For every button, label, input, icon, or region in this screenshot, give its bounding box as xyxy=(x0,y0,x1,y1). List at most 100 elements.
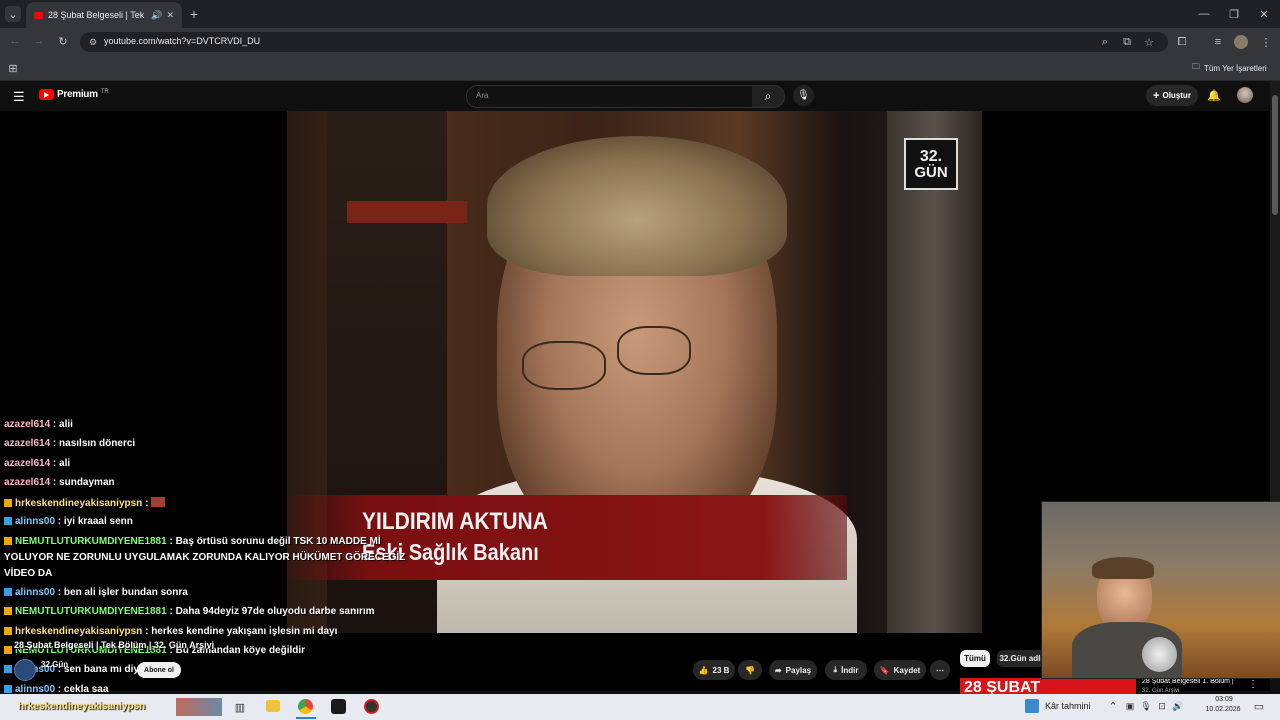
minimize-icon[interactable]: — xyxy=(1196,6,1212,22)
chat-username: azazel614 xyxy=(4,419,51,430)
share-button[interactable]: ➦ Paylaş xyxy=(769,660,817,680)
chat-badge-icon xyxy=(4,607,12,615)
close-tab-icon[interactable]: ✕ xyxy=(166,10,174,21)
chat-message: NEMUTLUTURKUMDIYENE1881 : Baş örtüsü sor… xyxy=(4,536,381,547)
close-window-icon[interactable]: ✕ xyxy=(1256,6,1272,22)
folder-icon: 🗀 xyxy=(1192,62,1200,71)
chat-message: alinns00 : iyi kraaal senn xyxy=(4,516,133,527)
file-explorer-icon[interactable] xyxy=(266,700,280,712)
url-text[interactable]: youtube.com/watch?v=DVTCRVDI_DU xyxy=(104,36,260,46)
youtube-logo[interactable]: Premium TR xyxy=(39,89,109,100)
task-view-icon[interactable]: ▥ xyxy=(232,699,248,715)
account-avatar[interactable] xyxy=(1237,87,1253,103)
watermark-line1: 32. xyxy=(919,147,943,165)
obs-taskbar-icon[interactable] xyxy=(364,699,379,714)
download-icon: ⤓ xyxy=(833,665,838,674)
apps-grid-icon[interactable]: ⊞ xyxy=(6,61,20,75)
windows-taskbar: hrkeskendineyakisaniypsn ▥ Kâr tahmini ⌃… xyxy=(0,694,1280,720)
notifications-bell-icon[interactable]: 🔔 xyxy=(1207,88,1221,102)
cast-icon[interactable]: ⧉ xyxy=(1120,35,1134,49)
dislike-button[interactable]: 👎 xyxy=(738,660,762,680)
thumbs-down-icon: 👎 xyxy=(745,665,755,675)
back-icon[interactable]: ← xyxy=(8,34,22,48)
channel-watermark: 32. GÜN xyxy=(904,138,958,190)
channel-name[interactable]: 32.Gün xyxy=(41,660,68,669)
tab-search-menu-icon[interactable]: ≡ xyxy=(1210,34,1226,50)
site-info-icon[interactable]: ⚙ xyxy=(86,35,100,49)
voice-search-button[interactable]: 🎙 xyxy=(793,85,814,106)
chat-message: azazel614 : alii xyxy=(4,419,73,430)
chrome-taskbar-icon[interactable] xyxy=(298,699,313,714)
download-button[interactable]: ⤓ İndir xyxy=(825,660,867,680)
webcam-person-hair xyxy=(1092,557,1154,579)
reload-icon[interactable]: ↻ xyxy=(56,34,70,48)
chat-username: NEMUTLUTURKUMDIYENE1881 xyxy=(15,536,167,547)
subscribe-button[interactable]: Abone ol xyxy=(137,662,181,678)
search-button[interactable]: ⌕ xyxy=(752,85,785,108)
all-bookmarks-button[interactable]: 🗀 Tüm Yer İşaretleri xyxy=(1192,61,1267,75)
clock-time[interactable]: 03:09 xyxy=(1204,696,1244,703)
tray-overflow-icon[interactable]: ⌃ xyxy=(1106,699,1120,713)
create-button[interactable]: + Oluştur xyxy=(1146,85,1198,106)
weather-label[interactable]: Kâr tahmini xyxy=(1045,701,1091,711)
chat-username: azazel614 xyxy=(4,458,51,469)
chip-channel[interactable]: 32.Gün adlı xyxy=(997,650,1045,667)
chat-badge-icon xyxy=(4,627,12,635)
new-tab-icon[interactable]: + xyxy=(186,6,202,22)
chat-username: alinns00 xyxy=(15,516,56,527)
chip-all[interactable]: Tümü xyxy=(960,650,990,667)
audio-playing-icon[interactable]: 🔊 xyxy=(151,10,162,21)
chat-message: hrkeskendineyakisaniypsn : xyxy=(4,497,166,509)
clock-date[interactable]: 10.02.2026 xyxy=(1200,706,1246,713)
weather-icon xyxy=(1025,699,1039,713)
chat-text: nasılsın dönerci xyxy=(59,438,136,449)
address-bar[interactable]: ⚙ youtube.com/watch?v=DVTCRVDI_DU ⌕ ⧉ ☆ xyxy=(80,32,1168,52)
plus-icon: + xyxy=(1153,89,1160,102)
recommended-menu-icon[interactable]: ⋮ xyxy=(1248,679,1258,690)
scrollbar-thumb[interactable] xyxy=(1272,95,1278,215)
chat-text: VİDEO DA xyxy=(4,568,53,579)
extensions-icon[interactable]: ⧠ xyxy=(1174,34,1190,50)
youtube-play-icon xyxy=(39,89,54,100)
chrome-menu-icon[interactable]: ⋮ xyxy=(1258,34,1274,50)
bookmark-star-icon[interactable]: ☆ xyxy=(1142,35,1156,49)
restore-icon[interactable]: ❐ xyxy=(1226,6,1242,22)
person-hair xyxy=(487,136,787,276)
app-taskbar-icon[interactable] xyxy=(331,699,346,714)
chat-username: NEMUTLUTURKUMDIYENE1881 xyxy=(15,606,167,617)
notifications-icon[interactable]: ▭ xyxy=(1252,699,1266,713)
forward-icon[interactable]: → xyxy=(32,34,46,48)
webcam-cat xyxy=(1142,637,1177,672)
page-scrollbar[interactable] xyxy=(1270,81,1280,501)
recommended-thumbnail[interactable]: 28 ŞUBAT xyxy=(960,678,1136,694)
browser-tab[interactable]: 28 Şubat Belgeseli | Tek Bölü 🔊 ✕ xyxy=(26,2,182,28)
tray-network-icon[interactable]: ⊡ xyxy=(1156,699,1168,713)
bookmarks-bar: ⊞ 🗀 Tüm Yer İşaretleri xyxy=(0,56,1280,81)
search-input[interactable]: Ara xyxy=(466,85,754,108)
zoom-icon[interactable]: ⌕ xyxy=(1098,35,1112,49)
recommended-title[interactable]: 28 Şubat Belgeseli 1. Bölüm | xyxy=(1142,678,1234,685)
tray-volume-icon[interactable]: 🔊 xyxy=(1172,699,1184,713)
hamburger-menu-icon[interactable]: ☰ xyxy=(13,89,25,105)
save-label: Kaydet xyxy=(893,665,921,675)
search-icon: ⌕ xyxy=(764,89,772,103)
chat-username: alinns00 xyxy=(15,587,56,598)
chat-message: azazel614 : nasılsın dönerci xyxy=(4,438,136,449)
glasses-right-shape xyxy=(617,326,691,375)
chat-text: ali xyxy=(59,458,71,469)
chat-badge-icon xyxy=(4,537,12,545)
profile-avatar[interactable] xyxy=(1234,35,1248,49)
save-button[interactable]: 🔖 Kaydet xyxy=(874,660,926,680)
tray-mic-icon[interactable]: 🎙 xyxy=(1140,699,1152,713)
chat-badge-icon xyxy=(4,646,12,654)
create-label: Oluştur xyxy=(1162,91,1191,100)
chat-text: YOLUYOR NE ZORUNLU UYGULAMAK ZORUNDA KAL… xyxy=(4,552,406,563)
like-button[interactable]: 👍 23 B xyxy=(693,660,735,680)
more-actions-button[interactable]: ⋯ xyxy=(930,660,950,680)
youtube-logo-text: Premium xyxy=(57,89,98,100)
tab-search-icon[interactable]: ⌄ xyxy=(5,6,21,22)
tray-app-icon[interactable]: ▣ xyxy=(1124,699,1136,713)
channel-avatar[interactable] xyxy=(14,659,36,681)
glasses-left-shape xyxy=(522,341,606,390)
tab-strip: ⌄ 28 Şubat Belgeseli | Tek Bölü 🔊 ✕ + — … xyxy=(0,0,1280,28)
